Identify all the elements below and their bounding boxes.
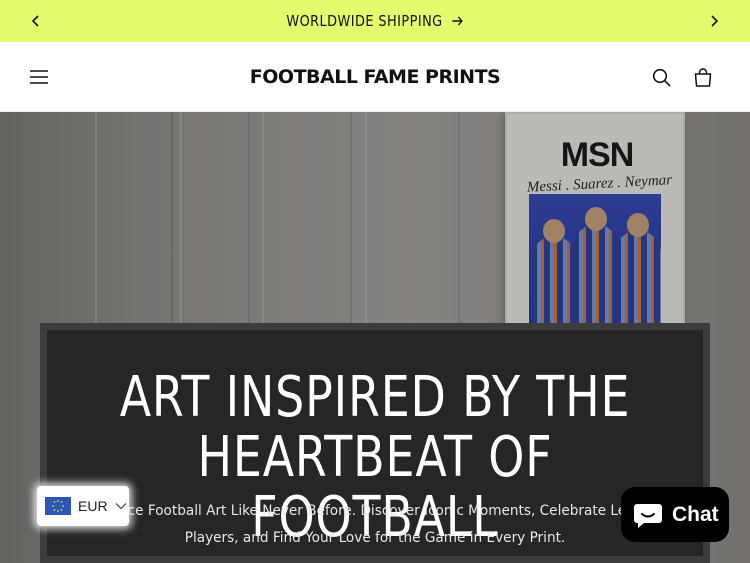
site-logo[interactable]: FOOTBALL FAME PRINTS xyxy=(0,66,750,88)
announcement-bar: WORLDWIDE SHIPPING xyxy=(0,0,750,42)
search-icon xyxy=(652,68,671,87)
chat-bubble-icon xyxy=(634,503,662,528)
currency-code: EUR xyxy=(78,498,108,514)
currency-selector[interactable]: EUR xyxy=(37,486,129,526)
announcement-next-button[interactable] xyxy=(694,0,734,42)
search-button[interactable] xyxy=(648,64,676,92)
arrow-right-icon xyxy=(452,16,463,26)
chat-button[interactable]: Chat xyxy=(621,487,729,542)
chevron-right-icon xyxy=(711,15,719,27)
announcement-text: WORLDWIDE SHIPPING xyxy=(286,12,443,30)
site-header: FOOTBALL FAME PRINTS xyxy=(0,42,750,112)
hero-content-box: ART INSPIRED BY THE HEARTBEAT OF FOOTBAL… xyxy=(40,323,710,563)
chat-label: Chat xyxy=(672,502,719,526)
announcement-prev-button[interactable] xyxy=(16,0,56,42)
hero-description: Experience Football Art Like Never Befor… xyxy=(67,503,683,546)
announcement-link[interactable]: WORLDWIDE SHIPPING xyxy=(287,12,464,30)
shopping-bag-icon xyxy=(694,68,712,87)
chevron-down-icon xyxy=(115,503,127,510)
cart-button[interactable] xyxy=(689,64,717,92)
chevron-left-icon xyxy=(31,15,39,27)
eu-flag-icon xyxy=(45,497,71,515)
